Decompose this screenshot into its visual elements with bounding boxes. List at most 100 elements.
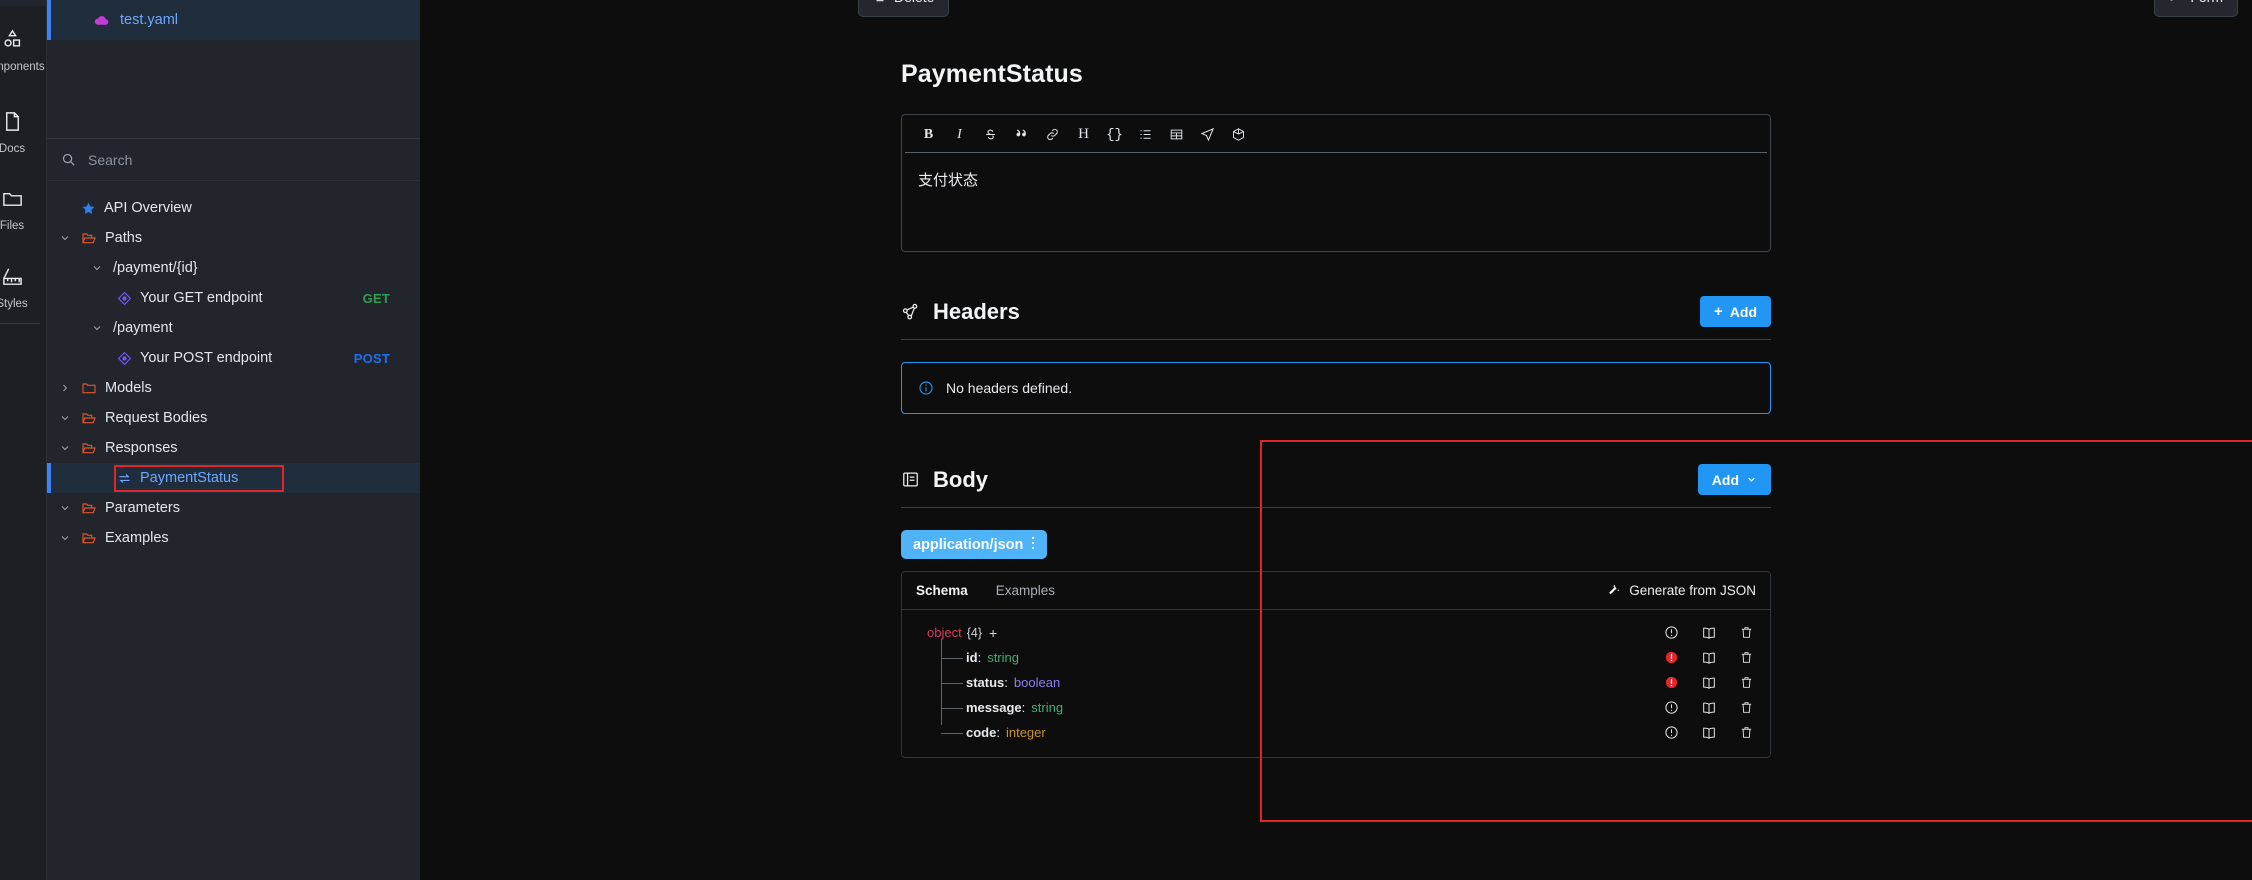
strikethrough-icon[interactable] [979, 123, 1002, 146]
mime-tag-application-json[interactable]: application/json [901, 530, 1048, 559]
chevron-down-icon[interactable] [89, 322, 105, 334]
schema-field-key: code [966, 725, 997, 740]
schema-row-actions [1664, 700, 1754, 716]
delete-trash-icon[interactable] [1739, 675, 1754, 690]
delete-trash-icon[interactable] [1739, 725, 1754, 740]
docs-book-icon[interactable] [1701, 625, 1717, 641]
tree-item-payment-status-label: PaymentStatus [140, 470, 239, 486]
schema-row-status[interactable]: status: boolean [902, 672, 1770, 693]
search-bar[interactable]: Search [47, 139, 420, 181]
rail-item-docs[interactable]: Docs [0, 110, 44, 155]
tree-item-models[interactable]: Models [47, 373, 420, 403]
tree-item-path-payment-id[interactable]: /payment/{id} [47, 253, 420, 283]
chevron-down-icon[interactable] [57, 232, 73, 244]
docs-book-icon[interactable] [1701, 700, 1717, 716]
generate-from-json-label: Generate from JSON [1629, 583, 1756, 598]
trash-icon [873, 0, 887, 6]
tree-item-payment-status[interactable]: PaymentStatus [47, 463, 420, 493]
tree-item-examples[interactable]: Examples [47, 523, 420, 553]
chevron-down-icon[interactable] [89, 262, 105, 274]
chevron-down-icon[interactable] [57, 442, 73, 454]
plus-icon: + [1714, 303, 1723, 320]
schema-field-type: integer [1005, 725, 1046, 740]
rail-item-components[interactable]: Components [0, 28, 45, 73]
schema-row-message[interactable]: message: string [902, 697, 1770, 718]
delete-button[interactable]: Delete [858, 0, 950, 17]
required-toggle-icon[interactable] [1664, 700, 1679, 715]
schema-row-root[interactable]: object {4} + [902, 622, 1770, 643]
tree-item-models-label: Models [105, 380, 152, 396]
tab-examples[interactable]: Examples [996, 583, 1055, 598]
schema-row-actions [1664, 675, 1754, 691]
tree-item-examples-label: Examples [105, 530, 169, 546]
tree-item-get-endpoint-label: Your GET endpoint [140, 290, 263, 306]
docs-book-icon[interactable] [1701, 725, 1717, 741]
required-toggle-icon[interactable] [1664, 650, 1679, 665]
schema-field-key: status [966, 675, 1005, 690]
mime-options-icon[interactable] [1031, 536, 1035, 553]
rail-item-styles-label: Styles [0, 298, 28, 310]
tree-item-api-overview[interactable]: API Overview [47, 193, 420, 223]
schema-root-count: {4} [966, 625, 983, 640]
description-editor[interactable]: B I H {} 支付状态 [901, 114, 1771, 252]
tab-schema[interactable]: Schema [916, 583, 968, 598]
italic-icon[interactable]: I [948, 123, 971, 146]
tree-item-post-endpoint[interactable]: Your POST endpoint POST [47, 343, 420, 373]
schema-row-code[interactable]: code: integer [902, 722, 1770, 743]
tree-item-parameters-label: Parameters [105, 500, 180, 516]
required-toggle-icon[interactable] [1664, 625, 1679, 640]
tree-item-paths[interactable]: Paths [47, 223, 420, 253]
delete-trash-icon[interactable] [1739, 625, 1754, 640]
form-list-icon [2169, 0, 2183, 6]
body-title-group: Body [901, 467, 988, 493]
tree-item-request-bodies-label: Request Bodies [105, 410, 208, 426]
folder-open-icon [81, 530, 97, 546]
heading-icon[interactable]: H [1072, 123, 1095, 146]
delete-trash-icon[interactable] [1739, 650, 1754, 665]
table-icon[interactable] [1165, 123, 1188, 146]
add-property-icon[interactable]: + [989, 626, 997, 640]
chevron-down-icon[interactable] [57, 412, 73, 424]
body-panel-icon [901, 470, 920, 489]
generate-from-json-button[interactable]: Generate from JSON [1606, 583, 1756, 598]
tree-item-request-bodies[interactable]: Request Bodies [47, 403, 420, 433]
schema-field-key: message [966, 700, 1022, 715]
docs-book-icon[interactable] [1701, 675, 1717, 691]
form-button[interactable]: Form [2154, 0, 2238, 17]
folder-open-icon [81, 230, 97, 246]
file-tree-item-test-yaml[interactable]: test.yaml [47, 0, 420, 40]
tree-item-get-endpoint[interactable]: Your GET endpoint GET [47, 283, 420, 313]
chevron-down-icon[interactable] [57, 502, 73, 514]
component-icon[interactable] [1227, 123, 1250, 146]
chevron-down-icon[interactable] [57, 532, 73, 544]
send-icon[interactable] [1196, 123, 1219, 146]
rail-item-styles[interactable]: Styles [0, 265, 44, 310]
delete-trash-icon[interactable] [1739, 700, 1754, 715]
tree-item-path-payment[interactable]: /payment [47, 313, 420, 343]
rail-divider [0, 323, 40, 324]
folder-open-icon [81, 440, 97, 456]
required-toggle-icon[interactable] [1664, 725, 1679, 740]
add-body-button[interactable]: Add [1697, 464, 1771, 495]
bold-icon[interactable]: B [917, 123, 940, 146]
required-toggle-icon[interactable] [1664, 675, 1679, 690]
code-icon[interactable]: {} [1103, 123, 1126, 146]
endpoint-icon [117, 291, 132, 306]
file-panel: test.yaml [47, 0, 420, 139]
tree-item-parameters[interactable]: Parameters [47, 493, 420, 523]
list-icon[interactable] [1134, 123, 1157, 146]
link-icon[interactable] [1041, 123, 1064, 146]
document-icon [1, 110, 24, 138]
quote-icon[interactable] [1010, 123, 1033, 146]
tree-item-post-endpoint-label: Your POST endpoint [140, 350, 273, 366]
chevron-right-icon[interactable] [57, 382, 73, 394]
search-input-placeholder[interactable]: Search [88, 152, 132, 168]
add-header-button[interactable]: + Add [1700, 296, 1771, 327]
docs-book-icon[interactable] [1701, 650, 1717, 666]
schema-row-id[interactable]: id: string [902, 647, 1770, 668]
tree-item-responses[interactable]: Responses [47, 433, 420, 463]
description-text[interactable]: 支付状态 [902, 153, 1770, 206]
rail-item-files[interactable]: Files [0, 187, 44, 232]
headers-empty-message: No headers defined. [946, 380, 1073, 396]
tree-item-api-overview-label: API Overview [104, 200, 192, 216]
